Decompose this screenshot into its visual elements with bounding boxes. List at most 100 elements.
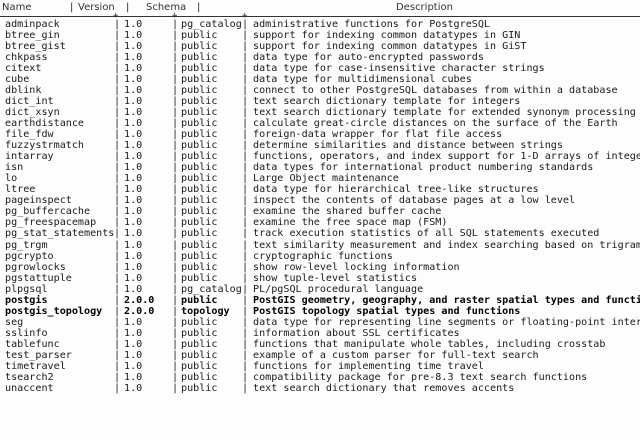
cell-version: 1.0 (124, 272, 143, 284)
column-separator: | (172, 372, 179, 384)
cell-schema: public (181, 140, 218, 152)
cell-description: text search dictionary that removes acce… (253, 383, 515, 395)
cell-version: 1.0 (124, 184, 143, 196)
cell-description: functions for implementing time travel (253, 361, 484, 373)
cell-version: 1.0 (124, 372, 143, 384)
column-separator: | (242, 129, 249, 140)
column-separator: | (114, 372, 121, 384)
cell-name: test_parser (5, 350, 72, 361)
cell-version: 1.0 (124, 140, 143, 152)
cell-name: dict_int (5, 95, 54, 107)
column-separator: | (242, 361, 249, 373)
column-separator: | (242, 283, 249, 295)
cell-schema: public (181, 316, 218, 328)
cell-version: 1.0 (124, 151, 143, 163)
cell-description: determine similarities and distance betw… (253, 140, 563, 152)
column-separator: | (114, 272, 121, 284)
column-header-name: Name (2, 2, 32, 13)
column-separator: | (172, 151, 179, 163)
cell-name: sslinfo (5, 327, 48, 339)
column-separator: | (242, 327, 249, 339)
column-separator: | (172, 361, 179, 373)
cell-name: fuzzystrmatch (5, 140, 85, 152)
cell-description: administrative functions for PostgreSQL (253, 18, 491, 30)
cell-name: cube (5, 73, 30, 85)
header-separator: | (70, 2, 74, 13)
column-separator: | (242, 84, 249, 96)
cell-schema: public (181, 106, 218, 118)
column-separator: | (242, 261, 249, 273)
cell-schema: public (181, 95, 218, 107)
column-separator: | (172, 40, 179, 52)
column-separator: | (114, 129, 121, 140)
cell-schema: public (181, 162, 218, 174)
column-separator: | (172, 84, 179, 96)
column-separator: | (114, 62, 121, 74)
column-separator: | (114, 162, 121, 174)
column-separator: | (242, 95, 249, 107)
cell-description: information about SSL certificates (253, 327, 460, 339)
cell-description: examine the free space map (FSM) (253, 217, 448, 229)
column-separator: | (114, 106, 121, 118)
column-separator: | (172, 239, 179, 251)
column-separator: | (172, 316, 179, 328)
cell-name: citext (5, 62, 42, 74)
column-separator: | (172, 117, 179, 129)
column-separator: | (242, 217, 249, 229)
column-separator: | (172, 18, 179, 30)
cell-version: 1.0 (124, 195, 143, 207)
cell-version: 1.0 (124, 73, 143, 85)
column-separator: | (242, 73, 249, 85)
cell-version: 1.0 (124, 29, 143, 41)
column-separator: | (242, 51, 249, 63)
column-separator: | (172, 184, 179, 196)
column-separator: | (172, 338, 179, 350)
column-separator: | (242, 184, 249, 196)
column-separator: | (172, 106, 179, 118)
cell-description: connect to other PostgreSQL databases fr… (253, 84, 618, 96)
column-separator: | (242, 250, 249, 262)
cell-schema: public (181, 206, 218, 218)
column-separator: | (114, 206, 121, 218)
cell-description: Large Object maintenance (253, 173, 399, 185)
column-separator: | (242, 350, 249, 361)
column-separator: | (114, 338, 121, 350)
cell-name: pgrowlocks (5, 261, 66, 273)
cell-version: 1.0 (124, 350, 143, 361)
column-separator: | (172, 140, 179, 152)
cell-name: pgstattuple (5, 272, 72, 284)
column-separator: | (242, 383, 249, 395)
cell-schema: public (181, 184, 218, 196)
cell-name: earthdistance (5, 117, 85, 129)
cell-name: intarray (5, 151, 54, 163)
column-separator: | (114, 327, 121, 339)
table-header: Name | Version | Schema | Description (0, 2, 453, 13)
cell-name: pg_buffercache (5, 206, 91, 218)
cell-description: functions, operators, and index support … (253, 151, 640, 163)
column-separator: | (242, 151, 249, 163)
column-separator: | (114, 151, 121, 163)
cell-version: 1.0 (124, 338, 143, 350)
column-separator: | (172, 350, 179, 361)
column-separator: | (114, 40, 121, 52)
cell-description: foreign-data wrapper for flat file acces… (253, 129, 503, 140)
column-separator: | (114, 228, 121, 240)
column-separator: | (242, 106, 249, 118)
column-separator: | (242, 316, 249, 328)
column-separator: | (114, 250, 121, 262)
cell-version: 1.0 (124, 383, 143, 395)
column-separator: | (242, 239, 249, 251)
cell-version: 1.0 (124, 162, 143, 174)
cell-version: 1.0 (124, 206, 143, 218)
column-separator: | (172, 283, 179, 295)
cell-schema: public (181, 228, 218, 240)
column-separator: | (172, 162, 179, 174)
column-header-schema: Schema (146, 2, 187, 13)
cell-description: data type for representing line segments… (253, 316, 640, 328)
cell-version: 1.0 (124, 217, 143, 229)
column-separator: | (242, 228, 249, 240)
cell-name: btree_gin (5, 29, 60, 41)
cell-description: examine the shared buffer cache (253, 206, 442, 218)
column-header-version: Version (78, 2, 115, 13)
column-separator: | (242, 195, 249, 207)
